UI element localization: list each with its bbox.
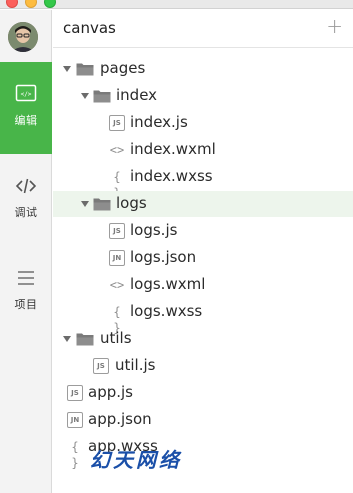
window-titlebar xyxy=(0,0,353,9)
rail-item-label: 编辑 xyxy=(14,114,38,127)
wxss-file-icon: { } xyxy=(113,305,121,335)
avatar[interactable] xyxy=(8,22,38,52)
add-file-button[interactable]: + xyxy=(326,16,343,36)
chevron-down-icon[interactable] xyxy=(63,66,71,72)
tree-label: index xyxy=(116,86,158,104)
user-avatar-icon xyxy=(8,22,38,52)
project-title: canvas xyxy=(63,19,116,37)
explorer-header: canvas + xyxy=(53,10,353,48)
tree-label: logs.wxml xyxy=(130,275,206,293)
minimize-window-button[interactable] xyxy=(25,0,37,8)
tree-label: logs xyxy=(116,194,147,212)
tree-label: app.js xyxy=(88,383,133,401)
rail-item-label: 调试 xyxy=(14,206,38,219)
wxml-file-icon: <> xyxy=(109,143,125,157)
tree-label: index.js xyxy=(130,113,188,131)
debug-code-icon xyxy=(15,178,37,194)
file-explorer: canvas + pages index JS index.js <> inde… xyxy=(53,10,353,493)
json-file-icon: JN xyxy=(67,412,83,428)
tree-file-app-js[interactable]: JS app.js xyxy=(53,380,353,406)
chevron-down-icon[interactable] xyxy=(81,201,89,207)
folder-open-icon xyxy=(93,90,111,103)
tree-folder-utils[interactable]: utils xyxy=(53,326,353,352)
tree-label: logs.js xyxy=(130,221,178,239)
tree-file-index-wxss[interactable]: { } index.wxss xyxy=(53,164,353,200)
tree-folder-pages[interactable]: pages xyxy=(53,56,353,82)
tree-file-logs-wxml[interactable]: <> logs.wxml xyxy=(53,272,353,298)
tree-label: logs.json xyxy=(130,248,197,266)
wxss-file-icon: { } xyxy=(71,440,79,470)
tree-file-util-js[interactable]: JS util.js xyxy=(53,353,353,379)
rail-item-label: 项目 xyxy=(14,298,38,311)
tree-folder-index[interactable]: index xyxy=(53,83,353,109)
svg-text:</>: </> xyxy=(21,91,32,98)
json-file-icon: JN xyxy=(109,250,125,266)
js-file-icon: JS xyxy=(67,385,83,401)
tree-label: pages xyxy=(100,59,146,77)
js-file-icon: JS xyxy=(93,358,109,374)
tree-label: index.wxml xyxy=(130,140,216,158)
folder-open-icon xyxy=(76,63,94,76)
folder-open-icon xyxy=(93,198,111,211)
tree-file-index-wxml[interactable]: <> index.wxml xyxy=(53,137,353,163)
chevron-down-icon[interactable] xyxy=(81,93,89,99)
js-file-icon: JS xyxy=(109,223,125,239)
tree-label: util.js xyxy=(115,356,156,374)
rail-item-project[interactable]: 项目 xyxy=(0,246,52,338)
project-menu-icon xyxy=(18,271,34,285)
js-file-icon: JS xyxy=(109,115,125,131)
wxml-file-icon: <> xyxy=(109,278,125,292)
tree-file-app-json[interactable]: JN app.json xyxy=(53,407,353,433)
tree-file-logs-wxss[interactable]: { } logs.wxss xyxy=(53,299,353,335)
tree-label: logs.wxss xyxy=(130,302,203,320)
tree-label: index.wxss xyxy=(130,167,213,185)
tree-file-logs-js[interactable]: JS logs.js xyxy=(53,218,353,244)
editor-icon: </> xyxy=(15,84,37,102)
chevron-down-icon[interactable] xyxy=(63,336,71,342)
tree-file-index-js[interactable]: JS index.js xyxy=(53,110,353,136)
tree-label: utils xyxy=(100,329,132,347)
folder-open-icon xyxy=(76,333,94,346)
tree-file-logs-json[interactable]: JN logs.json xyxy=(53,245,353,271)
rail-item-debug[interactable]: 调试 xyxy=(0,154,52,246)
watermark: 幻天网络 xyxy=(90,448,182,472)
tree-folder-logs[interactable]: logs xyxy=(53,191,353,217)
activity-rail: </> 编辑 调试 项目 xyxy=(0,10,52,493)
close-window-button[interactable] xyxy=(6,0,18,8)
tree-label: app.json xyxy=(88,410,152,428)
zoom-window-button[interactable] xyxy=(44,0,56,8)
rail-item-editor[interactable]: </> 编辑 xyxy=(0,62,52,154)
wxss-file-icon: { } xyxy=(113,170,121,200)
